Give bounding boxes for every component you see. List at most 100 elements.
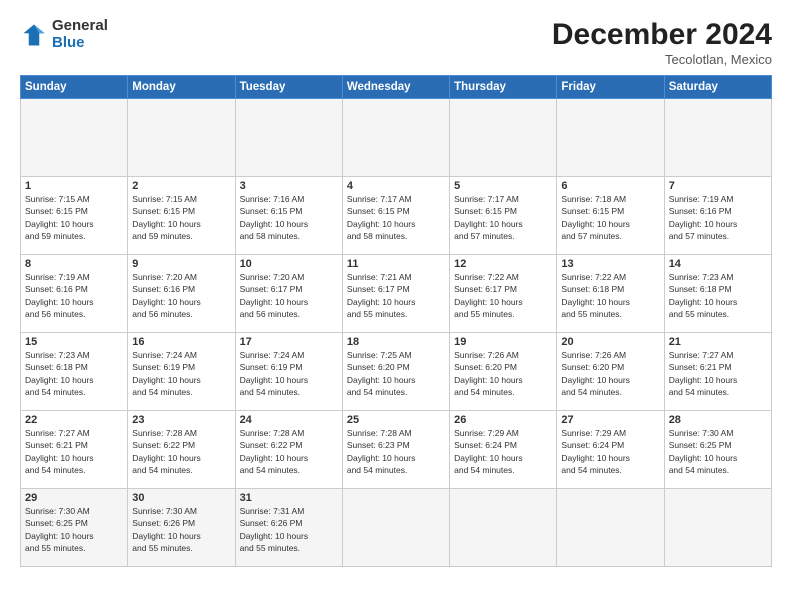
- day-number: 16: [132, 336, 230, 348]
- day-number: 19: [454, 336, 552, 348]
- day-cell: [557, 489, 664, 567]
- day-info: Sunrise: 7:25 AM Sunset: 6:20 PM Dayligh…: [347, 349, 445, 398]
- day-cell: 2Sunrise: 7:15 AM Sunset: 6:15 PM Daylig…: [128, 177, 235, 255]
- day-info: Sunrise: 7:20 AM Sunset: 6:17 PM Dayligh…: [240, 271, 338, 320]
- day-number: 29: [25, 492, 123, 504]
- day-cell: [557, 99, 664, 177]
- day-cell: 22Sunrise: 7:27 AM Sunset: 6:21 PM Dayli…: [21, 411, 128, 489]
- logo-general-text: General: [52, 18, 108, 35]
- day-number: 2: [132, 180, 230, 192]
- day-info: Sunrise: 7:27 AM Sunset: 6:21 PM Dayligh…: [669, 349, 767, 398]
- day-number: 13: [561, 258, 659, 270]
- day-info: Sunrise: 7:19 AM Sunset: 6:16 PM Dayligh…: [25, 271, 123, 320]
- day-info: Sunrise: 7:21 AM Sunset: 6:17 PM Dayligh…: [347, 271, 445, 320]
- day-cell: 6Sunrise: 7:18 AM Sunset: 6:15 PM Daylig…: [557, 177, 664, 255]
- calendar-header: SundayMondayTuesdayWednesdayThursdayFrid…: [21, 76, 772, 99]
- day-info: Sunrise: 7:15 AM Sunset: 6:15 PM Dayligh…: [132, 193, 230, 242]
- day-number: 20: [561, 336, 659, 348]
- week-row-1: 1Sunrise: 7:15 AM Sunset: 6:15 PM Daylig…: [21, 177, 772, 255]
- day-number: 18: [347, 336, 445, 348]
- day-info: Sunrise: 7:26 AM Sunset: 6:20 PM Dayligh…: [561, 349, 659, 398]
- day-cell: 3Sunrise: 7:16 AM Sunset: 6:15 PM Daylig…: [235, 177, 342, 255]
- day-cell: 28Sunrise: 7:30 AM Sunset: 6:25 PM Dayli…: [664, 411, 771, 489]
- day-cell: 8Sunrise: 7:19 AM Sunset: 6:16 PM Daylig…: [21, 255, 128, 333]
- day-number: 24: [240, 414, 338, 426]
- location: Tecolotlan, Mexico: [552, 52, 772, 67]
- day-cell: [342, 489, 449, 567]
- day-number: 3: [240, 180, 338, 192]
- calendar: SundayMondayTuesdayWednesdayThursdayFrid…: [20, 75, 772, 567]
- day-cell: 15Sunrise: 7:23 AM Sunset: 6:18 PM Dayli…: [21, 333, 128, 411]
- day-cell: [128, 99, 235, 177]
- day-cell: [664, 489, 771, 567]
- page: General Blue December 2024 Tecolotlan, M…: [0, 0, 792, 612]
- day-cell: 21Sunrise: 7:27 AM Sunset: 6:21 PM Dayli…: [664, 333, 771, 411]
- day-number: 8: [25, 258, 123, 270]
- day-cell: 12Sunrise: 7:22 AM Sunset: 6:17 PM Dayli…: [450, 255, 557, 333]
- day-info: Sunrise: 7:22 AM Sunset: 6:17 PM Dayligh…: [454, 271, 552, 320]
- day-cell: 24Sunrise: 7:28 AM Sunset: 6:22 PM Dayli…: [235, 411, 342, 489]
- day-info: Sunrise: 7:23 AM Sunset: 6:18 PM Dayligh…: [25, 349, 123, 398]
- day-number: 17: [240, 336, 338, 348]
- day-info: Sunrise: 7:30 AM Sunset: 6:25 PM Dayligh…: [669, 427, 767, 476]
- day-number: 11: [347, 258, 445, 270]
- day-cell: 4Sunrise: 7:17 AM Sunset: 6:15 PM Daylig…: [342, 177, 449, 255]
- day-cell: 1Sunrise: 7:15 AM Sunset: 6:15 PM Daylig…: [21, 177, 128, 255]
- title-block: December 2024 Tecolotlan, Mexico: [552, 18, 772, 67]
- day-number: 1: [25, 180, 123, 192]
- day-info: Sunrise: 7:30 AM Sunset: 6:25 PM Dayligh…: [25, 505, 123, 554]
- day-cell: [235, 99, 342, 177]
- day-info: Sunrise: 7:31 AM Sunset: 6:26 PM Dayligh…: [240, 505, 338, 554]
- day-cell: 25Sunrise: 7:28 AM Sunset: 6:23 PM Dayli…: [342, 411, 449, 489]
- day-cell: 29Sunrise: 7:30 AM Sunset: 6:25 PM Dayli…: [21, 489, 128, 567]
- day-info: Sunrise: 7:29 AM Sunset: 6:24 PM Dayligh…: [454, 427, 552, 476]
- day-info: Sunrise: 7:22 AM Sunset: 6:18 PM Dayligh…: [561, 271, 659, 320]
- day-info: Sunrise: 7:23 AM Sunset: 6:18 PM Dayligh…: [669, 271, 767, 320]
- day-info: Sunrise: 7:18 AM Sunset: 6:15 PM Dayligh…: [561, 193, 659, 242]
- day-number: 4: [347, 180, 445, 192]
- day-cell: 11Sunrise: 7:21 AM Sunset: 6:17 PM Dayli…: [342, 255, 449, 333]
- day-cell: 30Sunrise: 7:30 AM Sunset: 6:26 PM Dayli…: [128, 489, 235, 567]
- day-cell: 14Sunrise: 7:23 AM Sunset: 6:18 PM Dayli…: [664, 255, 771, 333]
- week-row-5: 29Sunrise: 7:30 AM Sunset: 6:25 PM Dayli…: [21, 489, 772, 567]
- day-info: Sunrise: 7:28 AM Sunset: 6:22 PM Dayligh…: [132, 427, 230, 476]
- day-cell: [21, 99, 128, 177]
- day-number: 22: [25, 414, 123, 426]
- day-cell: 9Sunrise: 7:20 AM Sunset: 6:16 PM Daylig…: [128, 255, 235, 333]
- day-number: 6: [561, 180, 659, 192]
- day-cell: 18Sunrise: 7:25 AM Sunset: 6:20 PM Dayli…: [342, 333, 449, 411]
- day-number: 31: [240, 492, 338, 504]
- col-header-thursday: Thursday: [450, 76, 557, 99]
- col-header-sunday: Sunday: [21, 76, 128, 99]
- day-cell: [664, 99, 771, 177]
- day-number: 12: [454, 258, 552, 270]
- day-info: Sunrise: 7:28 AM Sunset: 6:22 PM Dayligh…: [240, 427, 338, 476]
- day-number: 30: [132, 492, 230, 504]
- day-info: Sunrise: 7:30 AM Sunset: 6:26 PM Dayligh…: [132, 505, 230, 554]
- week-row-3: 15Sunrise: 7:23 AM Sunset: 6:18 PM Dayli…: [21, 333, 772, 411]
- logo: General Blue: [20, 18, 108, 51]
- month-title: December 2024: [552, 18, 772, 52]
- day-cell: 26Sunrise: 7:29 AM Sunset: 6:24 PM Dayli…: [450, 411, 557, 489]
- day-cell: 19Sunrise: 7:26 AM Sunset: 6:20 PM Dayli…: [450, 333, 557, 411]
- week-row-0: [21, 99, 772, 177]
- day-number: 23: [132, 414, 230, 426]
- day-cell: 5Sunrise: 7:17 AM Sunset: 6:15 PM Daylig…: [450, 177, 557, 255]
- day-cell: 13Sunrise: 7:22 AM Sunset: 6:18 PM Dayli…: [557, 255, 664, 333]
- day-info: Sunrise: 7:16 AM Sunset: 6:15 PM Dayligh…: [240, 193, 338, 242]
- header-row: SundayMondayTuesdayWednesdayThursdayFrid…: [21, 76, 772, 99]
- day-number: 14: [669, 258, 767, 270]
- day-number: 27: [561, 414, 659, 426]
- col-header-tuesday: Tuesday: [235, 76, 342, 99]
- day-number: 21: [669, 336, 767, 348]
- day-info: Sunrise: 7:20 AM Sunset: 6:16 PM Dayligh…: [132, 271, 230, 320]
- col-header-friday: Friday: [557, 76, 664, 99]
- day-info: Sunrise: 7:15 AM Sunset: 6:15 PM Dayligh…: [25, 193, 123, 242]
- day-cell: 23Sunrise: 7:28 AM Sunset: 6:22 PM Dayli…: [128, 411, 235, 489]
- day-cell: [450, 99, 557, 177]
- day-cell: 31Sunrise: 7:31 AM Sunset: 6:26 PM Dayli…: [235, 489, 342, 567]
- day-info: Sunrise: 7:29 AM Sunset: 6:24 PM Dayligh…: [561, 427, 659, 476]
- calendar-body: 1Sunrise: 7:15 AM Sunset: 6:15 PM Daylig…: [21, 99, 772, 567]
- day-info: Sunrise: 7:17 AM Sunset: 6:15 PM Dayligh…: [454, 193, 552, 242]
- day-info: Sunrise: 7:28 AM Sunset: 6:23 PM Dayligh…: [347, 427, 445, 476]
